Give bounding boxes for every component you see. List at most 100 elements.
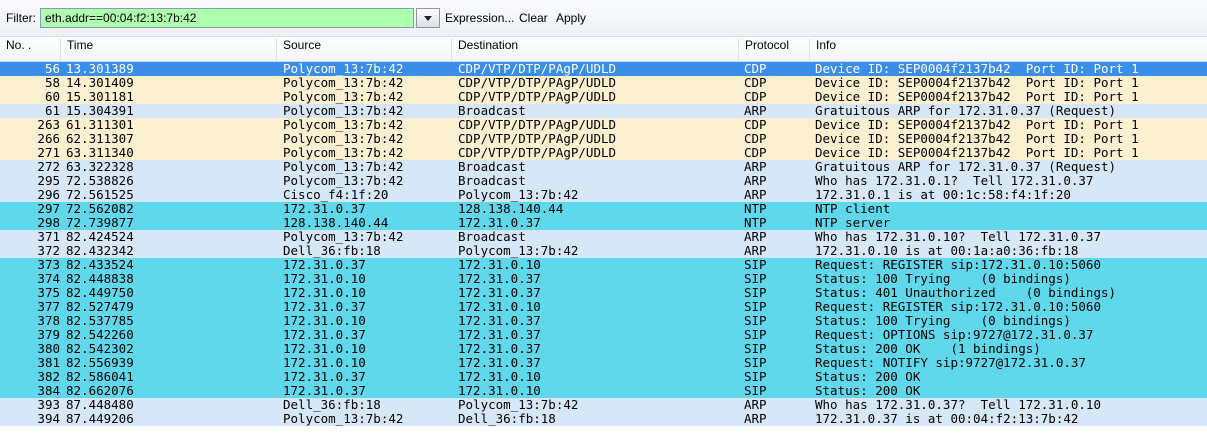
table-row[interactable]: 295 72.538826 Polycom_13:7b:42 Broadcast ARP… bbox=[0, 174, 1207, 188]
packet-source: Polycom_13:7b:42 bbox=[283, 118, 404, 132]
table-row[interactable]: 372 82.432342 Dell_36:fb:18 Polycom_13:7b:4… bbox=[0, 244, 1207, 258]
packet-destination: CDP/VTP/DTP/PAgP/UDLD bbox=[458, 76, 617, 90]
table-row[interactable]: 61 15.304391 Polycom_13:7b:42 Broadcast ARP G… bbox=[0, 104, 1207, 118]
packet-time: 82.433524 bbox=[66, 258, 134, 272]
table-row[interactable]: 380 82.542302 172.31.0.10 172.31.0.37 SIP Sta… bbox=[0, 342, 1207, 356]
packet-time: 82.556939 bbox=[66, 356, 134, 370]
packet-destination: 172.31.0.37 bbox=[458, 342, 541, 356]
column-header-protocol[interactable]: Protocol bbox=[739, 38, 810, 61]
column-header-no[interactable]: No. . bbox=[0, 38, 61, 61]
packet-time: 82.586041 bbox=[66, 370, 134, 384]
packet-info: Status: 200 OK bbox=[815, 384, 921, 398]
table-row[interactable]: 382 82.586041 172.31.0.37 172.31.0.10 SIP Sta… bbox=[0, 370, 1207, 384]
table-row[interactable]: 266 62.311307 Polycom_13:7b:42 CDP/VTP/DTP/… bbox=[0, 132, 1207, 146]
packet-protocol: SIP bbox=[744, 258, 767, 272]
packet-source: Polycom_13:7b:42 bbox=[283, 412, 404, 426]
table-row[interactable]: 378 82.537785 172.31.0.10 172.31.0.37 SIP Sta… bbox=[0, 314, 1207, 328]
table-row[interactable]: 58 14.301409 Polycom_13:7b:42 CDP/VTP/DTP/P… bbox=[0, 76, 1207, 90]
packet-destination: CDP/VTP/DTP/PAgP/UDLD bbox=[458, 132, 617, 146]
packet-time: 82.542302 bbox=[66, 342, 134, 356]
packet-time: 63.322328 bbox=[66, 160, 134, 174]
table-row[interactable]: 373 82.433524 172.31.0.37 172.31.0.10 SIP Req… bbox=[0, 258, 1207, 272]
table-row[interactable]: 375 82.449750 172.31.0.10 172.31.0.37 SIP Sta… bbox=[0, 286, 1207, 300]
table-row[interactable]: 374 82.448838 172.31.0.10 172.31.0.37 SIP Sta… bbox=[0, 272, 1207, 286]
packet-info: Status: 200 OK (1 bindings) bbox=[815, 342, 1041, 356]
packet-number: 384 bbox=[37, 384, 60, 398]
packet-number: 373 bbox=[37, 258, 60, 272]
packet-number: 377 bbox=[37, 300, 60, 314]
packet-info: Request: OPTIONS sip:9727@172.31.0.37 bbox=[815, 328, 1094, 342]
packet-number: 380 bbox=[37, 342, 60, 356]
packet-number: 372 bbox=[37, 244, 60, 258]
table-row[interactable]: 379 82.542260 172.31.0.37 172.31.0.37 SIP Req… bbox=[0, 328, 1207, 342]
table-row[interactable]: 60 15.301181 Polycom_13:7b:42 CDP/VTP/DTP/P… bbox=[0, 90, 1207, 104]
packet-destination: 172.31.0.37 bbox=[458, 328, 541, 342]
packet-time: 82.448838 bbox=[66, 272, 134, 286]
packet-protocol: CDP bbox=[744, 62, 767, 76]
packet-protocol: SIP bbox=[744, 356, 767, 370]
packet-source: Polycom_13:7b:42 bbox=[283, 160, 404, 174]
packet-number: 382 bbox=[37, 370, 60, 384]
packet-protocol: ARP bbox=[744, 230, 767, 244]
table-row[interactable]: 271 63.311340 Polycom_13:7b:42 CDP/VTP/DTP/… bbox=[0, 146, 1207, 160]
packet-time: 82.527479 bbox=[66, 300, 134, 314]
packet-number: 371 bbox=[37, 230, 60, 244]
column-header-destination[interactable]: Destination bbox=[452, 38, 739, 61]
table-row[interactable]: 393 87.448480 Dell_36:fb:18 Polycom_13:7b:4… bbox=[0, 398, 1207, 412]
packet-destination: Broadcast bbox=[458, 160, 526, 174]
packet-time: 15.301181 bbox=[66, 90, 134, 104]
packet-time: 15.304391 bbox=[66, 104, 134, 118]
packet-protocol: CDP bbox=[744, 132, 767, 146]
filter-label: Filter: bbox=[6, 11, 36, 25]
packet-number: 379 bbox=[37, 328, 60, 342]
packet-source: 172.31.0.37 bbox=[283, 328, 366, 342]
packet-time: 87.448480 bbox=[66, 398, 134, 412]
clear-button[interactable]: Clear bbox=[519, 11, 548, 25]
filter-input[interactable]: eth.addr==00:04:f2:13:7b:42 bbox=[40, 8, 414, 28]
packet-time: 61.311301 bbox=[66, 118, 134, 132]
table-row[interactable]: 381 82.556939 172.31.0.10 172.31.0.37 SIP Req… bbox=[0, 356, 1207, 370]
packet-info: Device ID: SEP0004f2137b42 Port ID: Port… bbox=[815, 118, 1139, 132]
packet-protocol: SIP bbox=[744, 384, 767, 398]
packet-source: Polycom_13:7b:42 bbox=[283, 174, 404, 188]
packet-info: Request: NOTIFY sip:9727@172.31.0.37 bbox=[815, 356, 1086, 370]
packet-source: 172.31.0.37 bbox=[283, 300, 366, 314]
table-row[interactable]: 297 72.562082 172.31.0.37 128.138.140.44 NTP… bbox=[0, 202, 1207, 216]
packet-info: NTP server bbox=[815, 216, 891, 230]
packet-time: 72.739877 bbox=[66, 216, 134, 230]
packet-source: Cisco_f4:1f:20 bbox=[283, 188, 389, 202]
column-header-info[interactable]: Info bbox=[810, 38, 1207, 61]
table-row[interactable]: 371 82.424524 Polycom_13:7b:42 Broadcast ARP… bbox=[0, 230, 1207, 244]
packet-info: Who has 172.31.0.1? Tell 172.31.0.37 bbox=[815, 174, 1094, 188]
packet-protocol: NTP bbox=[744, 216, 767, 230]
table-row-selected[interactable]: 56 13.301389 Polycom_13:7b:42 CDP/VTP/DTP/P… bbox=[0, 62, 1207, 76]
filter-history-dropdown[interactable] bbox=[416, 8, 440, 28]
expression-button[interactable]: Expression... bbox=[445, 11, 514, 25]
table-row[interactable]: 263 61.311301 Polycom_13:7b:42 CDP/VTP/DTP/… bbox=[0, 118, 1207, 132]
table-row[interactable]: 394 87.449206 Polycom_13:7b:42 Dell_36:fb:1… bbox=[0, 412, 1207, 426]
apply-button[interactable]: Apply bbox=[556, 11, 586, 25]
packet-time: 82.542260 bbox=[66, 328, 134, 342]
column-header-time[interactable]: Time bbox=[61, 38, 277, 61]
packet-destination: Polycom_13:7b:42 bbox=[458, 188, 579, 202]
packet-info: Gratuitous ARP for 172.31.0.37 (Request) bbox=[815, 104, 1117, 118]
packet-info: Request: REGISTER sip:172.31.0.10:5060 bbox=[815, 300, 1101, 314]
packet-destination: 172.31.0.37 bbox=[458, 314, 541, 328]
table-row[interactable]: 296 72.561525 Cisco_f4:1f:20 Polycom_13:7b:… bbox=[0, 188, 1207, 202]
packet-destination: 172.31.0.10 bbox=[458, 384, 541, 398]
column-header-source[interactable]: Source bbox=[277, 38, 452, 61]
table-row[interactable]: 272 63.322328 Polycom_13:7b:42 Broadcast ARP… bbox=[0, 160, 1207, 174]
packet-number: 60 bbox=[44, 90, 60, 104]
packet-destination: 172.31.0.10 bbox=[458, 300, 541, 314]
packet-time: 14.301409 bbox=[66, 76, 134, 90]
table-row[interactable]: 377 82.527479 172.31.0.37 172.31.0.10 SIP Req… bbox=[0, 300, 1207, 314]
packet-source: 172.31.0.10 bbox=[283, 356, 366, 370]
packet-time: 72.561525 bbox=[66, 188, 134, 202]
packet-destination: CDP/VTP/DTP/PAgP/UDLD bbox=[458, 62, 617, 76]
packet-info: Request: REGISTER sip:172.31.0.10:5060 bbox=[815, 258, 1101, 272]
packet-protocol: ARP bbox=[744, 412, 767, 426]
chevron-down-icon bbox=[424, 16, 432, 21]
table-row[interactable]: 298 72.739877 128.138.140.44 172.31.0.37 NTP… bbox=[0, 216, 1207, 230]
packet-info: Who has 172.31.0.37? Tell 172.31.0.10 bbox=[815, 398, 1101, 412]
table-row[interactable]: 384 82.662076 172.31.0.37 172.31.0.10 SIP Sta… bbox=[0, 384, 1207, 398]
